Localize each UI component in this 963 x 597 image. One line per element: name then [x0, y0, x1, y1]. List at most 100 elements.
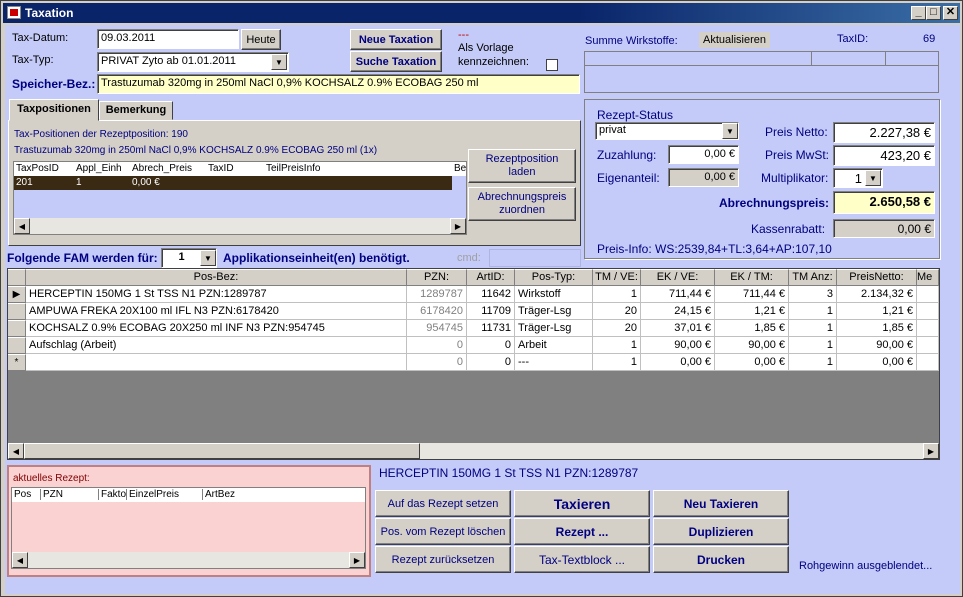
cell-pos-bez[interactable]: AMPUWA FREKA 20X100 ml IFL N3 PZN:617842… [26, 303, 407, 320]
cell-pzn[interactable]: 0 [407, 337, 467, 354]
scroll-right-icon[interactable]: ▶ [349, 552, 365, 568]
scroll-right-icon[interactable]: ▶ [450, 218, 466, 234]
cell-tm-anz[interactable]: 1 [789, 337, 837, 354]
rezeptposition-laden-button[interactable]: Rezeptposition laden [468, 149, 576, 183]
cell-preisnetto[interactable]: 1,85 € [837, 320, 917, 337]
cell-pos-typ[interactable]: --- [515, 354, 593, 371]
tab-bemerkung[interactable]: Bemerkung [99, 101, 173, 120]
cell-pos-bez[interactable]: HERCEPTIN 150MG 1 St TSS N1 PZN:1289787 [26, 286, 407, 303]
col-tm-ve[interactable]: TM / VE: [593, 269, 641, 286]
scroll-left-icon[interactable]: ◀ [12, 552, 28, 568]
tax-datum-input[interactable]: 09.03.2011 [97, 29, 239, 49]
rezept-zuruecksetzen-button[interactable]: Rezept zurücksetzen [375, 546, 511, 573]
pos-vom-rezept-loeschen-button[interactable]: Pos. vom Rezept löschen [375, 518, 511, 545]
neue-taxation-button[interactable]: Neue Taxation [350, 29, 442, 50]
col-pos-typ[interactable]: Pos-Typ: [515, 269, 593, 286]
cell-preisnetto[interactable]: 2.134,32 € [837, 286, 917, 303]
cell-ek-ve[interactable]: 90,00 € [641, 337, 715, 354]
cell-artid[interactable]: 11642 [467, 286, 515, 303]
cell-pos-bez[interactable]: Aufschlag (Arbeit) [26, 337, 407, 354]
preis-netto-value[interactable]: 2.227,38 € [833, 122, 935, 143]
cell-tm-ve[interactable]: 1 [593, 286, 641, 303]
neu-taxieren-button[interactable]: Neu Taxieren [653, 490, 789, 517]
taxieren-button[interactable]: Taxieren [514, 490, 650, 517]
vorlage-checkbox[interactable] [546, 59, 558, 71]
cell-ek-tm[interactable]: 0,00 € [715, 354, 789, 371]
close-button[interactable]: ✕ [943, 6, 958, 20]
scroll-left-icon[interactable]: ◀ [14, 218, 30, 234]
suche-taxation-button[interactable]: Suche Taxation [350, 51, 442, 72]
row-selector[interactable] [8, 320, 26, 337]
col-me[interactable]: Me [917, 269, 939, 286]
cell-ek-ve[interactable]: 37,01 € [641, 320, 715, 337]
cell-preisnetto[interactable]: 1,21 € [837, 303, 917, 320]
maximize-button[interactable]: □ [926, 6, 941, 20]
rezept-hscrollbar[interactable]: ◀ ▶ [12, 552, 365, 568]
col-preisnetto[interactable]: PreisNetto: [837, 269, 917, 286]
col-ek-ve[interactable]: EK / VE: [641, 269, 715, 286]
chevron-down-icon[interactable]: ▼ [200, 250, 216, 266]
zuzahlung-input[interactable]: 0,00 € [668, 145, 739, 164]
cell-pos-bez[interactable]: KOCHSALZ 0.9% ECOBAG 20X250 ml INF N3 PZ… [26, 320, 407, 337]
cell-tm-anz[interactable]: 1 [789, 303, 837, 320]
cell-me[interactable] [917, 337, 939, 354]
preis-mwst-value[interactable]: 423,20 € [833, 145, 935, 166]
cell-tm-ve[interactable]: 20 [593, 320, 641, 337]
rezept-button[interactable]: Rezept ... [514, 518, 650, 545]
col-tm-anz[interactable]: TM Anz: [789, 269, 837, 286]
drucken-button[interactable]: Drucken [653, 546, 789, 573]
cell-ek-tm[interactable]: 1,21 € [715, 303, 789, 320]
cell-artid[interactable]: 11709 [467, 303, 515, 320]
cell-pos-typ[interactable]: Träger-Lsg [515, 303, 593, 320]
cell-preisnetto[interactable]: 90,00 € [837, 337, 917, 354]
cell-pos-typ[interactable]: Wirkstoff [515, 286, 593, 303]
cell-tm-anz[interactable]: 1 [789, 354, 837, 371]
cell-artid[interactable]: 0 [467, 354, 515, 371]
taxpos-hscrollbar[interactable]: ◀ ▶ [14, 218, 466, 234]
chevron-down-icon[interactable]: ▼ [271, 54, 287, 70]
cell-pos-typ[interactable]: Arbeit [515, 337, 593, 354]
chevron-down-icon[interactable]: ▼ [722, 123, 738, 139]
cell-ek-ve[interactable]: 0,00 € [641, 354, 715, 371]
row-selector[interactable] [8, 337, 26, 354]
cell-tm-ve[interactable]: 1 [593, 354, 641, 371]
cell-tm-ve[interactable]: 20 [593, 303, 641, 320]
cell-pzn[interactable]: 1289787 [407, 286, 467, 303]
cell-tm-anz[interactable]: 1 [789, 320, 837, 337]
cell-pos-bez[interactable] [26, 354, 407, 371]
cell-tm-ve[interactable]: 1 [593, 337, 641, 354]
col-pos-bez[interactable]: Pos-Bez: [26, 269, 407, 286]
cell-tm-anz[interactable]: 3 [789, 286, 837, 303]
tax-typ-select[interactable]: PRIVAT Zyto ab 01.01.2011 [97, 52, 289, 72]
chevron-down-icon[interactable]: ▼ [865, 170, 881, 186]
aktualisieren-button[interactable]: Aktualisieren [699, 32, 770, 48]
heute-button[interactable]: Heute [241, 29, 281, 50]
cell-pos-typ[interactable]: Träger-Lsg [515, 320, 593, 337]
cell-ek-tm[interactable]: 1,85 € [715, 320, 789, 337]
cell-ek-ve[interactable]: 24,15 € [641, 303, 715, 320]
duplizieren-button[interactable]: Duplizieren [653, 518, 789, 545]
tax-textblock-button[interactable]: Tax-Textblock ... [514, 546, 650, 573]
cell-pzn[interactable]: 6178420 [407, 303, 467, 320]
cell-ek-ve[interactable]: 711,44 € [641, 286, 715, 303]
cell-me[interactable] [917, 354, 939, 371]
positions-hscrollbar[interactable]: ◀ ▶ [8, 443, 939, 459]
table-row[interactable]: 201 1 0,00 € [14, 176, 452, 190]
cell-ek-tm[interactable]: 90,00 € [715, 337, 789, 354]
abrechnungspreis-value[interactable]: 2.650,58 € [833, 191, 935, 214]
row-selector[interactable]: * [8, 354, 26, 371]
scroll-left-icon[interactable]: ◀ [8, 443, 24, 459]
scroll-thumb[interactable] [24, 443, 420, 459]
cell-me[interactable] [917, 303, 939, 320]
row-selector[interactable] [8, 303, 26, 320]
cell-pzn[interactable]: 954745 [407, 320, 467, 337]
col-ek-tm[interactable]: EK / TM: [715, 269, 789, 286]
cell-me[interactable] [917, 286, 939, 303]
col-pzn[interactable]: PZN: [407, 269, 467, 286]
auf-rezept-setzen-button[interactable]: Auf das Rezept setzen [375, 490, 511, 517]
col-artid[interactable]: ArtID: [467, 269, 515, 286]
row-selector[interactable]: ▶ [8, 286, 26, 303]
rezept-status-select[interactable]: privat [595, 122, 739, 140]
abrechnungspreis-zuordnen-button[interactable]: Abrechnungspreis zuordnen [468, 187, 576, 221]
tab-taxpositionen[interactable]: Taxpositionen [9, 99, 99, 121]
